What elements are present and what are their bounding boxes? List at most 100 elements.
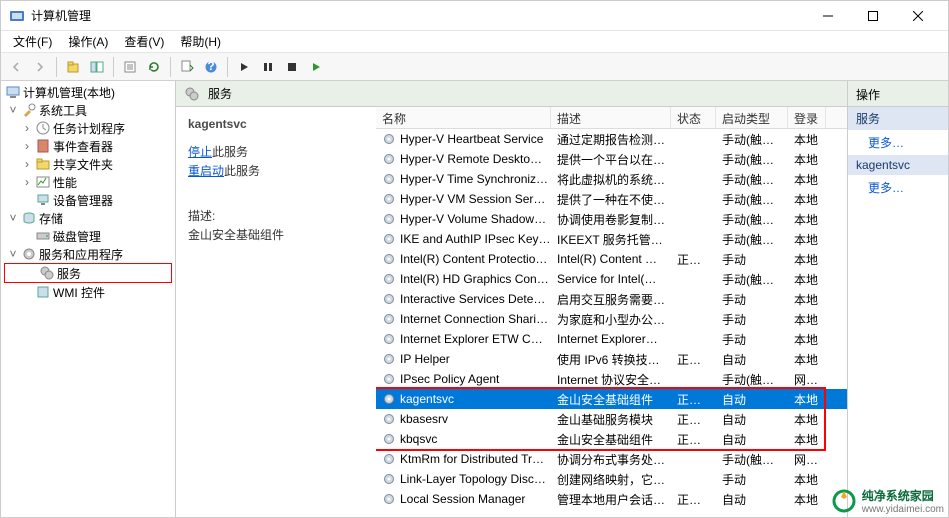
maximize-button[interactable]: [850, 2, 895, 30]
table-row[interactable]: Hyper-V Remote Deskto…提供一个平台以在…手动(触发…本地: [376, 149, 847, 169]
table-row[interactable]: Interactive Services Dete…启用交互服务需要…手动本地: [376, 289, 847, 309]
service-detail: kagentsvc 停止此服务 重启动此服务 描述: 金山安全基础组件: [176, 107, 376, 517]
cell-startup: 手动(触发…: [716, 171, 788, 188]
service-list[interactable]: 名称 描述 状态 启动类型 登录 Hyper-V Heartbeat Servi…: [376, 107, 847, 517]
list-header[interactable]: 名称 描述 状态 启动类型 登录: [376, 107, 847, 129]
tree-label: WMI 控件: [53, 284, 105, 301]
collapse-icon[interactable]: ˅: [7, 212, 19, 224]
table-row[interactable]: Internet Connection Shari…为家庭和小型办公…手动本地: [376, 309, 847, 329]
tree-pane[interactable]: 计算机管理(本地) ˅ 系统工具 ›任务计划程序 ›事件查看器 ›共享文件夹 ›…: [1, 81, 176, 517]
table-row[interactable]: kagentsvc金山安全基础组件正在…自动本地: [376, 389, 847, 409]
table-row[interactable]: Internet Explorer ETW C…Internet Explore…: [376, 329, 847, 349]
properties-button[interactable]: [119, 56, 141, 78]
tree-scheduler[interactable]: ›任务计划程序: [1, 119, 175, 137]
services-title: 服务: [208, 85, 232, 102]
cell-name: Hyper-V Volume Shadow…: [376, 212, 551, 226]
cell-desc: 管理本地用户会话…: [551, 491, 671, 508]
table-row[interactable]: kbasesrv金山基础服务模块正在…自动本地: [376, 409, 847, 429]
stop-service-button[interactable]: [281, 56, 303, 78]
cell-startup: 手动(触发…: [716, 371, 788, 388]
up-button[interactable]: [62, 56, 84, 78]
table-row[interactable]: Intel(R) Content Protectio…Intel(R) Cont…: [376, 249, 847, 269]
stop-link[interactable]: 停止: [188, 145, 212, 159]
cell-desc: 启用交互服务需要…: [551, 291, 671, 308]
selected-service-name: kagentsvc: [188, 117, 364, 131]
device-icon: [35, 192, 51, 208]
table-row[interactable]: IPsec Policy AgentInternet 协议安全…手动(触发…网络…: [376, 369, 847, 389]
col-logon[interactable]: 登录: [788, 107, 826, 128]
tree-diskmgr[interactable]: 磁盘管理: [1, 227, 175, 245]
folder-icon: [35, 156, 51, 172]
action-more-2[interactable]: 更多…: [848, 175, 948, 200]
action-more-1[interactable]: 更多…: [848, 130, 948, 155]
tree-perf[interactable]: ›性能: [1, 173, 175, 191]
refresh-button[interactable]: [143, 56, 165, 78]
restart-service-button[interactable]: [305, 56, 327, 78]
minimize-button[interactable]: [805, 2, 850, 30]
table-row[interactable]: Link-Layer Topology Disc…创建网络映射，它…手动本地: [376, 469, 847, 489]
menu-help[interactable]: 帮助(H): [172, 31, 229, 52]
table-row[interactable]: Local Session Manager管理本地用户会话…正在…自动本地: [376, 489, 847, 509]
tree-storage[interactable]: ˅存储: [1, 209, 175, 227]
restart-link[interactable]: 重启动: [188, 164, 224, 178]
table-row[interactable]: Hyper-V Heartbeat Service通过定期报告检测…手动(触发……: [376, 129, 847, 149]
start-service-button[interactable]: [233, 56, 255, 78]
list-body[interactable]: Hyper-V Heartbeat Service通过定期报告检测…手动(触发……: [376, 129, 847, 517]
cell-name: IKE and AuthIP IPsec Key…: [376, 232, 551, 246]
table-row[interactable]: Hyper-V VM Session Ser…提供了一种在不使…手动(触发…本地: [376, 189, 847, 209]
cell-startup: 手动(触发…: [716, 131, 788, 148]
cell-name: Interactive Services Dete…: [376, 292, 551, 306]
menu-file[interactable]: 文件(F): [5, 31, 60, 52]
cell-startup: 自动: [716, 431, 788, 448]
table-row[interactable]: KtmRm for Distributed Tr…协调分布式事务处…手动(触发……: [376, 449, 847, 469]
collapse-icon[interactable]: ˅: [7, 248, 19, 260]
cell-name: Hyper-V Heartbeat Service: [376, 132, 551, 146]
collapse-icon[interactable]: ˅: [7, 104, 19, 116]
menu-view[interactable]: 查看(V): [116, 31, 172, 52]
action-section-services[interactable]: 服务: [848, 107, 948, 130]
table-row[interactable]: Hyper-V Volume Shadow…协调使用卷影复制…手动(触发…本地: [376, 209, 847, 229]
close-button[interactable]: [895, 2, 940, 30]
tree-services[interactable]: 服务: [5, 264, 171, 282]
cell-desc: 提供了一种在不使…: [551, 191, 671, 208]
expand-icon[interactable]: ›: [21, 176, 33, 188]
cell-startup: 自动: [716, 411, 788, 428]
gear-icon: [21, 246, 37, 262]
cell-logon: 本地: [788, 291, 826, 308]
forward-button[interactable]: [29, 56, 51, 78]
show-hide-button[interactable]: [86, 56, 108, 78]
col-status[interactable]: 状态: [671, 107, 716, 128]
back-button[interactable]: [5, 56, 27, 78]
tree-svcapps[interactable]: ˅服务和应用程序: [1, 245, 175, 263]
expand-icon[interactable]: ›: [21, 140, 33, 152]
separator: [113, 57, 114, 77]
cell-status: 正在…: [671, 351, 716, 368]
tree-eventvwr[interactable]: ›事件查看器: [1, 137, 175, 155]
menu-action[interactable]: 操作(A): [60, 31, 116, 52]
tree-label: 系统工具: [39, 102, 87, 119]
tree-shared[interactable]: ›共享文件夹: [1, 155, 175, 173]
tree-wmi[interactable]: WMI 控件: [1, 283, 175, 301]
table-row[interactable]: Hyper-V Time Synchroniz…将此虚拟机的系统…手动(触发…本…: [376, 169, 847, 189]
table-row[interactable]: kbqsvc金山安全基础组件正在…自动本地: [376, 429, 847, 449]
col-name[interactable]: 名称: [376, 107, 551, 128]
col-desc[interactable]: 描述: [551, 107, 671, 128]
help-button[interactable]: ?: [200, 56, 222, 78]
export-button[interactable]: [176, 56, 198, 78]
tree-systools[interactable]: ˅ 系统工具: [1, 101, 175, 119]
col-startup[interactable]: 启动类型: [716, 107, 788, 128]
separator: [56, 57, 57, 77]
table-row[interactable]: IKE and AuthIP IPsec Key…IKEEXT 服务托管…手动(…: [376, 229, 847, 249]
tree-root[interactable]: 计算机管理(本地): [1, 83, 175, 101]
expand-icon[interactable]: ›: [21, 122, 33, 134]
pause-service-button[interactable]: [257, 56, 279, 78]
expand-icon[interactable]: ›: [21, 158, 33, 170]
titlebar: 计算机管理: [1, 1, 948, 31]
tree-devmgr[interactable]: 设备管理器: [1, 191, 175, 209]
cell-logon: 本地: [788, 431, 826, 448]
action-section-selected[interactable]: kagentsvc: [848, 155, 948, 175]
cell-name: kbqsvc: [376, 432, 551, 446]
table-row[interactable]: IP Helper使用 IPv6 转换技…正在…自动本地: [376, 349, 847, 369]
cell-status: 正在…: [671, 411, 716, 428]
table-row[interactable]: Intel(R) HD Graphics Con…Service for Int…: [376, 269, 847, 289]
